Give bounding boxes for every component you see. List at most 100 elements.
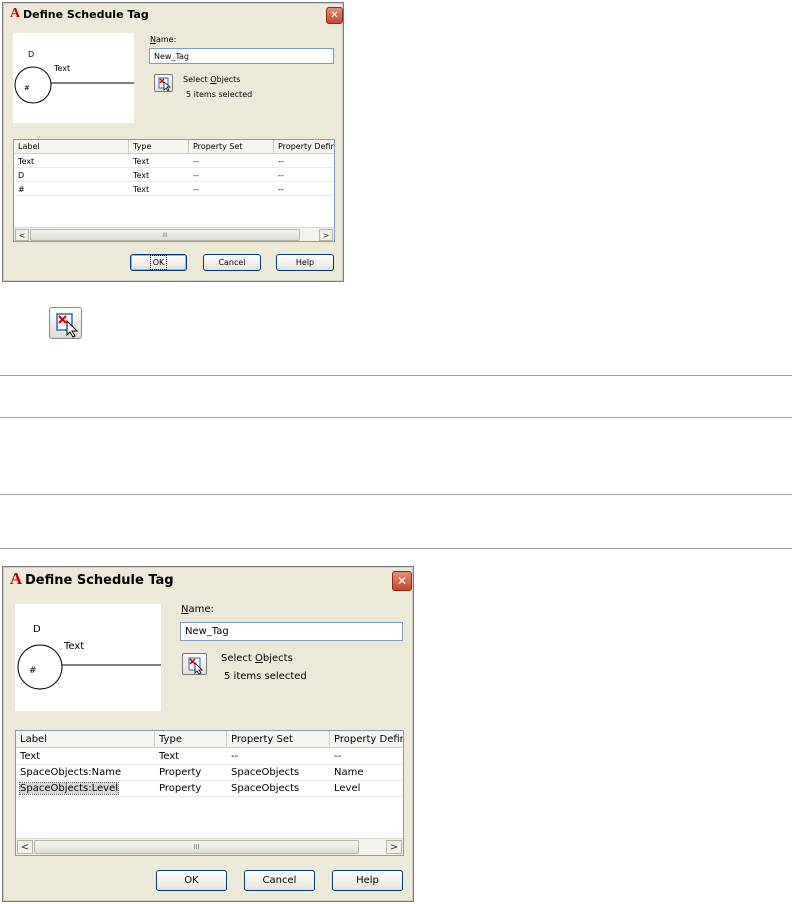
select-objects-button[interactable] (154, 74, 173, 92)
cell-property-definition: -- (278, 157, 284, 166)
cell-property-definition: Name (334, 767, 364, 778)
cell-label: SpaceObjects:Name (20, 767, 122, 778)
horizontal-scrollbar[interactable]: < III > (14, 227, 334, 241)
tag-preview: D Text # (15, 604, 161, 711)
autocad-app-icon: A (9, 569, 23, 588)
items-selected-count: 5 items selected (224, 671, 307, 682)
horizontal-scrollbar[interactable]: < III > (16, 838, 403, 855)
cell-property-definition: -- (334, 751, 342, 762)
tag-properties-list[interactable]: Label Type Property Set Property Defir T… (13, 139, 335, 242)
cell-type: Property (159, 767, 202, 778)
scroll-left-button[interactable]: < (17, 840, 33, 854)
cancel-button[interactable]: Cancel (244, 870, 315, 891)
cancel-button[interactable]: Cancel (203, 254, 261, 271)
cell-label: SpaceObjects:Level (16, 781, 155, 796)
cell-type: Text (133, 171, 150, 180)
preview-circle-mark: # (24, 84, 30, 92)
cell-property-definition: -- (278, 171, 284, 180)
column-header-property-definition[interactable]: Property Defir (330, 731, 403, 747)
cell-property-set: -- (231, 751, 239, 762)
table-row[interactable]: # Text -- -- (14, 183, 334, 196)
dialog-title: Define Schedule Tag (23, 8, 149, 21)
column-header-label[interactable]: Label (14, 140, 129, 153)
tag-properties-list[interactable]: Label Type Property Set Property Defir T… (15, 730, 404, 856)
table-row[interactable]: SpaceObjects:Name Property SpaceObjects … (16, 765, 403, 781)
table-row[interactable]: Text Text -- -- (14, 155, 334, 168)
table-row-selected[interactable]: SpaceObjects:Level Property SpaceObjects… (16, 781, 403, 797)
cell-type: Property (159, 783, 202, 794)
tag-preview: D Text # (13, 33, 134, 123)
select-objects-icon (158, 77, 171, 92)
scroll-grip-icon: III (162, 231, 168, 239)
table-row[interactable]: D Text -- -- (14, 169, 334, 182)
scroll-thumb[interactable]: III (34, 840, 359, 854)
name-input-value: New_Tag (185, 626, 229, 637)
preview-tag-text: Text (54, 64, 71, 73)
scroll-right-icon: > (322, 230, 330, 240)
preview-tag-text: Text (64, 641, 85, 652)
define-schedule-tag-dialog-small: A Define Schedule Tag ✕ D Text # Name: N… (2, 2, 344, 282)
cell-property-set: -- (193, 157, 199, 166)
close-button[interactable]: ✕ (326, 7, 343, 24)
close-icon: ✕ (330, 10, 339, 21)
help-button[interactable]: Help (332, 870, 403, 891)
column-header-property-set[interactable]: Property Set (227, 731, 330, 747)
cell-label: Text (20, 751, 41, 762)
title-bar[interactable]: A Define Schedule Tag ✕ (3, 3, 343, 27)
select-objects-icon (188, 657, 203, 675)
select-objects-label: Select Objects (183, 75, 241, 84)
divider (0, 494, 792, 495)
ok-button[interactable]: OK (130, 254, 187, 271)
items-selected-count: 5 items selected (186, 90, 253, 99)
tag-preview-graphic (17, 644, 161, 690)
cell-type: Text (159, 751, 180, 762)
ok-button[interactable]: OK (156, 870, 227, 891)
scroll-right-button[interactable]: > (319, 229, 333, 241)
select-objects-icon-large (49, 307, 82, 339)
help-button[interactable]: Help (276, 254, 334, 271)
divider (0, 375, 792, 376)
cell-label: Text (18, 157, 35, 166)
column-header-property-set[interactable]: Property Set (189, 140, 274, 153)
table-row[interactable]: Text Text -- -- (16, 749, 403, 765)
cell-property-definition: Level (334, 783, 361, 794)
scroll-thumb[interactable]: III (30, 229, 300, 241)
define-schedule-tag-dialog-large: A Define Schedule Tag ✕ D Text # Name: N… (2, 566, 414, 902)
select-objects-icon (56, 313, 79, 338)
cell-label: D (18, 171, 25, 180)
cell-type: Text (133, 157, 150, 166)
preview-circle-mark: # (29, 666, 37, 676)
scroll-right-button[interactable]: > (386, 840, 402, 854)
cell-property-definition: -- (278, 185, 284, 194)
select-objects-button[interactable] (182, 653, 207, 675)
scroll-left-button[interactable]: < (15, 229, 29, 241)
preview-top-mark: D (33, 624, 41, 635)
list-header: Label Type Property Set Property Defir (14, 140, 334, 154)
scroll-right-icon: > (389, 841, 399, 853)
close-icon: ✕ (396, 574, 408, 588)
cell-type: Text (133, 185, 150, 194)
cell-property-set: -- (193, 171, 199, 180)
cell-label: # (18, 185, 25, 194)
autocad-app-icon: A (9, 6, 21, 21)
select-objects-label: Select Objects (221, 653, 293, 664)
column-header-type[interactable]: Type (129, 140, 189, 153)
cell-property-set: -- (193, 185, 199, 194)
column-header-type[interactable]: Type (155, 731, 227, 747)
dialog-title: Define Schedule Tag (25, 573, 174, 588)
name-input[interactable]: New_Tag (149, 48, 334, 64)
divider (0, 417, 792, 418)
title-bar[interactable]: A Define Schedule Tag ✕ (3, 567, 413, 595)
preview-top-mark: D (28, 50, 35, 59)
name-input[interactable]: New_Tag (180, 622, 403, 641)
scroll-left-icon: < (18, 230, 26, 240)
column-header-property-definition[interactable]: Property Defir (274, 140, 334, 153)
scroll-grip-icon: III (193, 843, 200, 851)
selected-label-text: SpaceObjects:Level (18, 782, 120, 795)
column-header-label[interactable]: Label (16, 731, 155, 747)
cell-property-set: SpaceObjects (231, 767, 300, 778)
name-label: Name: (181, 604, 214, 615)
tag-preview-graphic (14, 66, 134, 104)
close-button[interactable]: ✕ (392, 571, 412, 591)
scroll-left-icon: < (20, 841, 30, 853)
